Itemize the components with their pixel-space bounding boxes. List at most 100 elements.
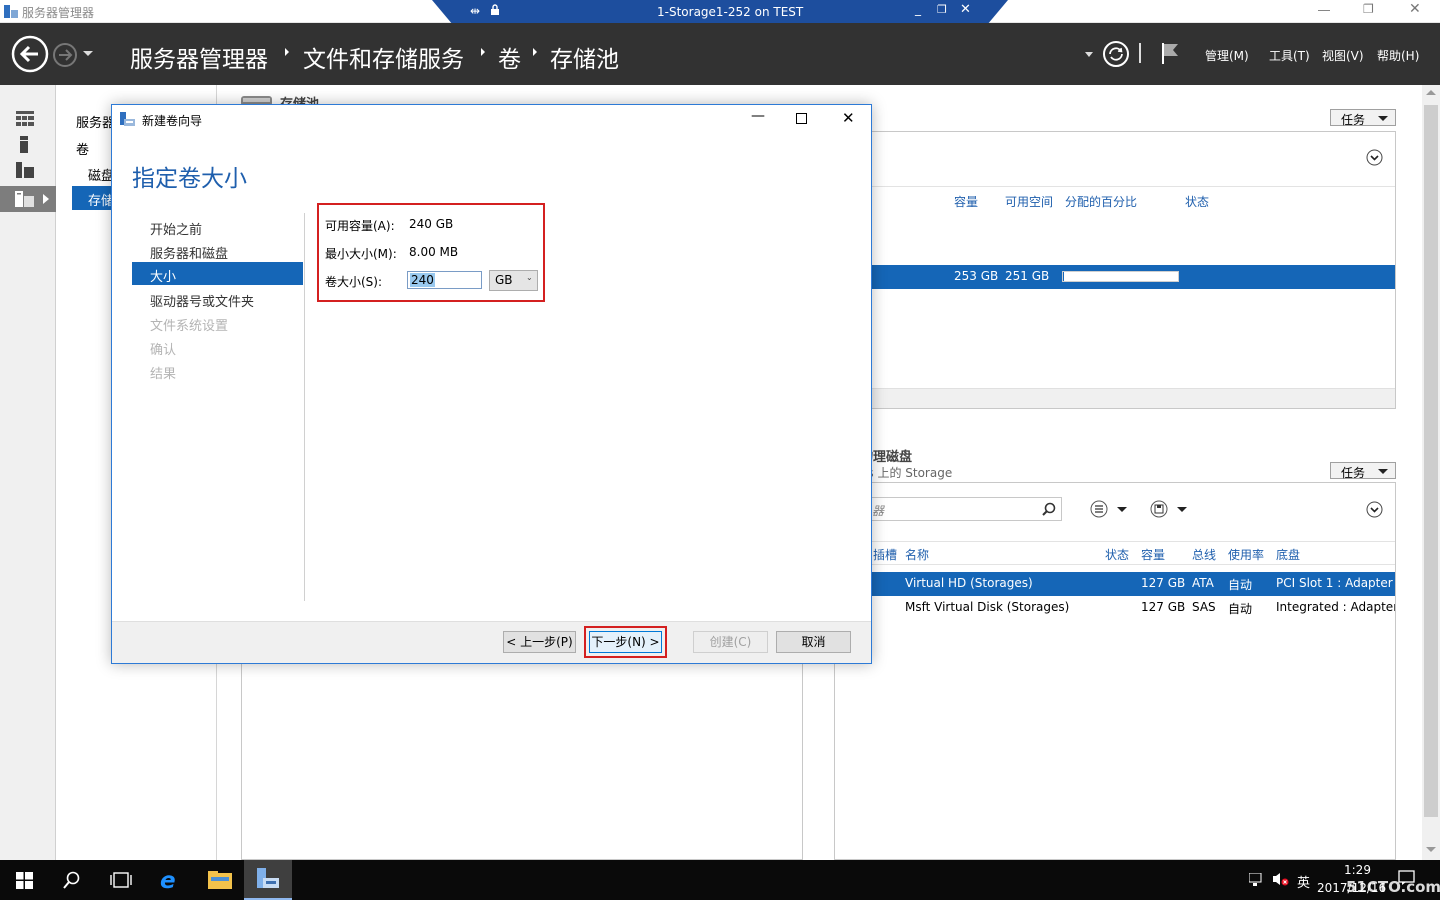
disk-capacity: 127 GB <box>1141 600 1186 614</box>
pool-free-space: 251 GB <box>1005 269 1050 283</box>
scroll-up-icon[interactable] <box>1426 90 1436 95</box>
local-server-icon[interactable] <box>18 136 30 153</box>
column-usage[interactable]: 使用率 <box>1228 546 1264 563</box>
dialog-title: 新建卷向导 <box>142 114 203 128</box>
collapse-chevron-icon[interactable] <box>1366 501 1383 518</box>
pin-icon[interactable]: ⇹ <box>470 4 480 18</box>
step-size[interactable]: 大小 <box>150 266 176 285</box>
forward-button[interactable] <box>52 42 78 68</box>
server-manager-icon <box>257 868 281 890</box>
disk-name: Msft Virtual Disk (Storages) <box>905 600 1070 614</box>
file-storage-nav-item[interactable] <box>0 186 56 212</box>
column-free-space[interactable]: 可用空间 <box>1005 193 1053 210</box>
dialog-maximize-button[interactable] <box>796 113 807 124</box>
tasks-dropdown-icon <box>1378 116 1388 121</box>
ime-indicator[interactable]: 英 <box>1297 872 1310 891</box>
internet-explorer-icon[interactable]: e <box>160 868 176 894</box>
disk-usage: 自动 <box>1228 578 1253 592</box>
subnav-item-volumes[interactable]: 卷 <box>76 139 89 158</box>
disk-bus: ATA <box>1192 576 1214 590</box>
breadcrumb-item-1[interactable]: 文件和存储服务 <box>303 40 464 74</box>
column-status[interactable]: 状态 <box>1185 193 1209 210</box>
file-explorer-icon[interactable] <box>208 871 232 889</box>
back-button[interactable] <box>11 35 49 73</box>
task-view-icon[interactable] <box>110 872 132 888</box>
breadcrumb-separator-icon <box>481 48 485 56</box>
action-center-icon[interactable] <box>1398 870 1416 886</box>
step-confirm: 确认 <box>150 343 177 358</box>
server-manager-icon <box>4 5 18 18</box>
table-row[interactable]: Virtual HD (Storages) 127 GB ATA 自动 PCI … <box>835 572 1395 596</box>
cancel-button[interactable]: 取消 <box>776 631 851 653</box>
volume-size-input[interactable]: 240 <box>407 271 482 289</box>
step-server-and-disk[interactable]: 服务器和磁盘 <box>150 243 228 262</box>
pool-tasks-button[interactable]: 任务 <box>1330 109 1396 127</box>
breadcrumb-item-2[interactable]: 卷 <box>498 40 521 74</box>
divider <box>835 541 1395 542</box>
tasks-dropdown-icon <box>1378 469 1388 474</box>
restore-button[interactable]: ❐ <box>1363 2 1374 16</box>
dialog-minimize-button[interactable]: — <box>751 108 765 124</box>
scrollbar-thumb[interactable] <box>1424 105 1438 817</box>
column-slot[interactable]: 插槽 <box>873 546 897 563</box>
rdp-connection-bar: ⇹ 1-Storage1-252 on TEST _ ❐ ✕ <box>432 0 1008 24</box>
previous-button[interactable]: < 上一步(P) <box>503 631 576 653</box>
breadcrumb-item-0[interactable]: 服务器管理器 <box>130 40 268 74</box>
column-name[interactable]: 名称 <box>905 546 929 563</box>
column-chassis[interactable]: 底盘 <box>1276 546 1300 563</box>
column-capacity[interactable]: 容量 <box>1141 546 1165 563</box>
network-icon[interactable] <box>1249 873 1265 887</box>
all-servers-icon[interactable] <box>16 162 34 178</box>
watermark-text: 51CTO.com <box>1346 878 1440 896</box>
step-results: 结果 <box>150 367 177 382</box>
disks-tasks-button[interactable]: 任务 <box>1330 462 1396 480</box>
new-volume-wizard-dialog: 新建卷向导 — ✕ 指定卷大小 开始之前 服务器和磁盘 大小 驱动器号或文件夹 … <box>111 104 872 664</box>
next-button[interactable]: 下一步(N) > <box>589 631 662 653</box>
left-nav <box>0 85 56 860</box>
column-status[interactable]: 状态 <box>1105 546 1129 563</box>
filter-input[interactable]: 器 <box>865 497 1062 521</box>
expand-arrow-icon <box>43 194 49 204</box>
step-drive-letter[interactable]: 驱动器号或文件夹 <box>150 291 254 310</box>
menu-tools[interactable]: 工具(T) <box>1269 47 1310 64</box>
clock-time[interactable]: 1:29 <box>1344 863 1371 877</box>
save-query-icon[interactable] <box>1150 500 1190 518</box>
taskbar-server-manager[interactable] <box>244 860 292 900</box>
vertical-scrollbar[interactable] <box>1422 85 1440 860</box>
dropdown-icon[interactable] <box>1085 52 1093 57</box>
close-button[interactable]: ✕ <box>1409 1 1421 17</box>
pool-capacity: 253 GB <box>954 269 999 283</box>
step-before-you-begin[interactable]: 开始之前 <box>150 219 202 238</box>
rdp-minimize-button[interactable]: _ <box>915 2 921 16</box>
notifications-flag-icon[interactable] <box>1160 41 1182 65</box>
list-options-icon[interactable] <box>1090 500 1130 518</box>
taskbar: e 英 1:29 2017/12/16 51CTO.com <box>0 860 1440 900</box>
refresh-icon[interactable] <box>1102 40 1130 68</box>
rdp-close-button[interactable]: ✕ <box>960 2 971 17</box>
column-bus[interactable]: 总线 <box>1192 546 1216 563</box>
volume-size-label: 卷大小(S): <box>325 275 383 289</box>
app-header: 服务器管理器 文件和存储服务 卷 存储池 管理(M) 工具(T) 视图(V) 帮… <box>0 23 1440 85</box>
breadcrumb-separator-icon <box>285 48 289 56</box>
available-capacity-value: 240 GB <box>409 217 454 231</box>
minimize-button[interactable]: ― <box>1318 3 1330 17</box>
column-capacity[interactable]: 容量 <box>954 193 978 210</box>
start-button[interactable] <box>16 872 33 889</box>
menu-help[interactable]: 帮助(H) <box>1377 47 1419 64</box>
search-icon[interactable] <box>1042 502 1056 516</box>
collapse-chevron-icon[interactable] <box>1366 149 1383 166</box>
dialog-close-button[interactable]: ✕ <box>842 109 855 127</box>
rdp-restore-button[interactable]: ❐ <box>937 3 947 16</box>
unit-select[interactable]: GB ⌄ <box>489 270 538 291</box>
search-icon[interactable] <box>63 871 81 889</box>
volume-muted-icon[interactable] <box>1272 872 1290 886</box>
column-percent-allocated[interactable]: 分配的百分比 <box>1065 193 1137 210</box>
dashboard-icon[interactable] <box>16 111 34 127</box>
history-dropdown-icon[interactable] <box>83 51 93 56</box>
menu-manage[interactable]: 管理(M) <box>1205 47 1249 64</box>
table-row[interactable]: Msft Virtual Disk (Storages) 127 GB SAS … <box>835 596 1395 620</box>
lock-icon <box>490 4 500 16</box>
subnav-item-servers[interactable]: 服务器 <box>76 112 115 131</box>
scroll-down-icon[interactable] <box>1426 847 1436 852</box>
menu-view[interactable]: 视图(V) <box>1322 47 1364 64</box>
